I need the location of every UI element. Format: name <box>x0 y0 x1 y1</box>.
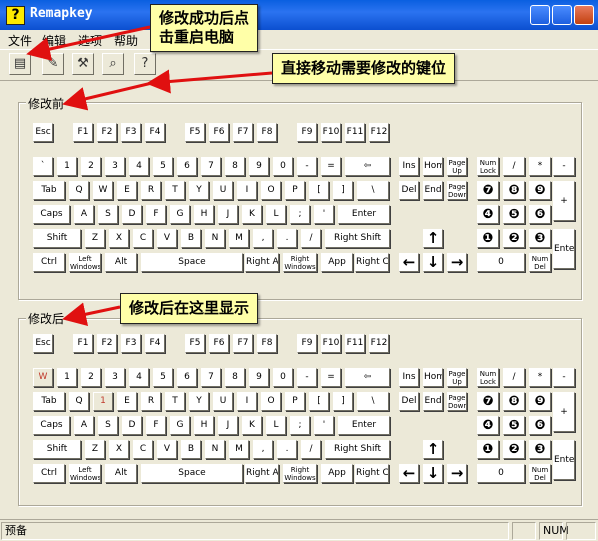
display-arrow <box>62 302 121 327</box>
callout-restart: 修改成功后点 击重启电脑 <box>150 4 259 52</box>
drag-arrow-2 <box>62 81 153 111</box>
callout-drag: 直接移动需要修改的键位 <box>272 53 456 84</box>
callout-display: 修改后在这里显示 <box>120 293 259 324</box>
restart-arrow <box>26 25 151 61</box>
remapkey-window: ? Remapkey 文件 编辑 选项 帮助 ▤ ✎ ⚒ ⌕ ? 修改前 修改后… <box>0 0 598 541</box>
drag-arrow-1 <box>146 69 273 94</box>
